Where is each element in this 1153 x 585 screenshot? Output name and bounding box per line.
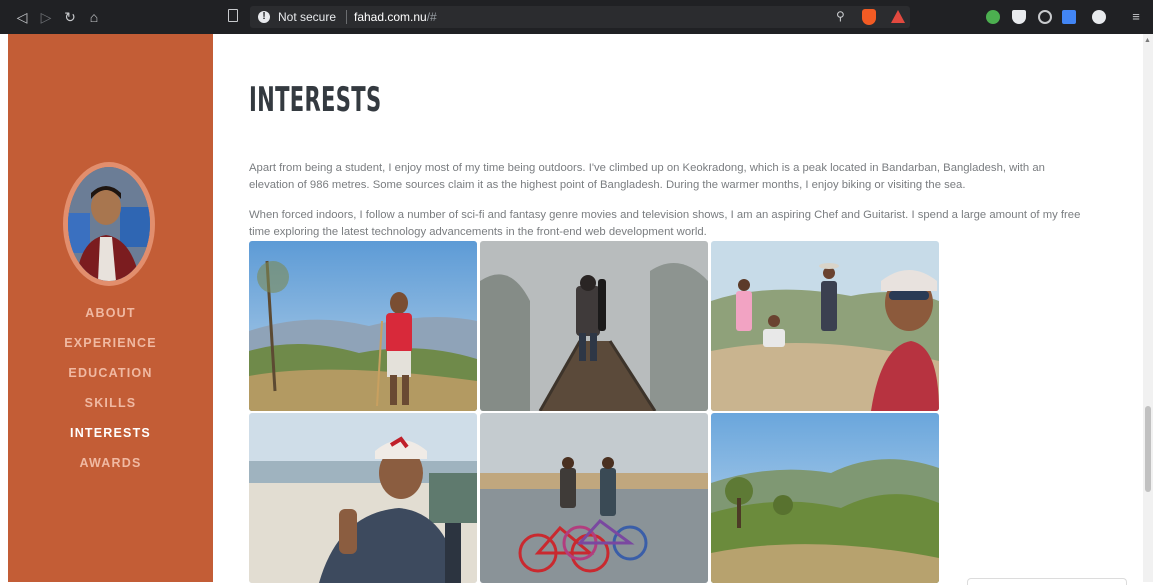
- security-label: Not secure: [278, 10, 337, 24]
- shield-extension-icon[interactable]: [1012, 10, 1026, 24]
- sidebar-item-skills[interactable]: SKILLS: [8, 394, 213, 424]
- avatar: [68, 167, 150, 281]
- bookmark-icon[interactable]: [228, 9, 238, 22]
- page-scrollbar[interactable]: ▲: [1143, 34, 1153, 582]
- green-hills-photo[interactable]: [711, 413, 939, 583]
- beach-selfie-photo[interactable]: [249, 413, 477, 583]
- profile-icon[interactable]: [1092, 10, 1106, 24]
- sidebar-item-interests[interactable]: INTERESTS: [8, 424, 213, 454]
- reload-icon[interactable]: ↻: [62, 9, 78, 25]
- extension-icon[interactable]: [986, 10, 1000, 24]
- url-text[interactable]: fahad.com.nu/#: [354, 10, 437, 24]
- back-icon[interactable]: ◁: [14, 9, 30, 25]
- sidebar-item-awards[interactable]: AWARDS: [8, 454, 213, 484]
- url-hash: /#: [426, 10, 437, 24]
- sidebar-item-about[interactable]: ABOUT: [8, 304, 213, 334]
- interests-paragraph-indoors: When forced indoors, I follow a number o…: [249, 209, 1081, 238]
- group-selfie-photo[interactable]: [711, 241, 939, 411]
- interests-paragraph-outdoors: Apart from being a student, I enjoy most…: [249, 162, 1045, 191]
- translate-extension-icon[interactable]: [1062, 10, 1076, 24]
- foggy-bridge-photo[interactable]: [480, 241, 708, 411]
- menu-icon[interactable]: ≡: [1128, 9, 1144, 25]
- address-bar[interactable]: ! Not secure fahad.com.nu/# ⚲: [250, 6, 910, 28]
- scroll-up-arrow-icon[interactable]: ▲: [1144, 37, 1151, 44]
- photo-gallery: [249, 241, 939, 583]
- sidebar-nav: ABOUT EXPERIENCE EDUCATION SKILLS INTERE…: [8, 304, 213, 484]
- sidebar-item-experience[interactable]: EXPERIENCE: [8, 334, 213, 364]
- forward-icon[interactable]: ▷: [38, 9, 54, 25]
- zoom-icon[interactable]: ⚲: [836, 9, 845, 23]
- bat-rewards-icon[interactable]: [891, 10, 905, 23]
- brave-shield-icon[interactable]: [862, 9, 876, 25]
- browser-toolbar: ◁ ▷ ↻ ⌂ ! Not secure fahad.com.nu/# ⚲ ≡: [0, 0, 1153, 34]
- home-icon[interactable]: ⌂: [86, 9, 102, 25]
- sidebar-item-education[interactable]: EDUCATION: [8, 364, 213, 394]
- sidebar: ABOUT EXPERIENCE EDUCATION SKILLS INTERE…: [8, 34, 213, 582]
- bicycles-water-photo[interactable]: [480, 413, 708, 583]
- url-host: fahad.com.nu: [354, 10, 427, 24]
- hill-hiker-photo[interactable]: [249, 241, 477, 411]
- info-icon[interactable]: !: [258, 11, 270, 23]
- url-divider: [346, 10, 347, 24]
- vpn-extension-icon[interactable]: [1038, 10, 1052, 24]
- scroll-thumb[interactable]: [1145, 406, 1151, 492]
- page-title: INTERESTS: [249, 80, 382, 120]
